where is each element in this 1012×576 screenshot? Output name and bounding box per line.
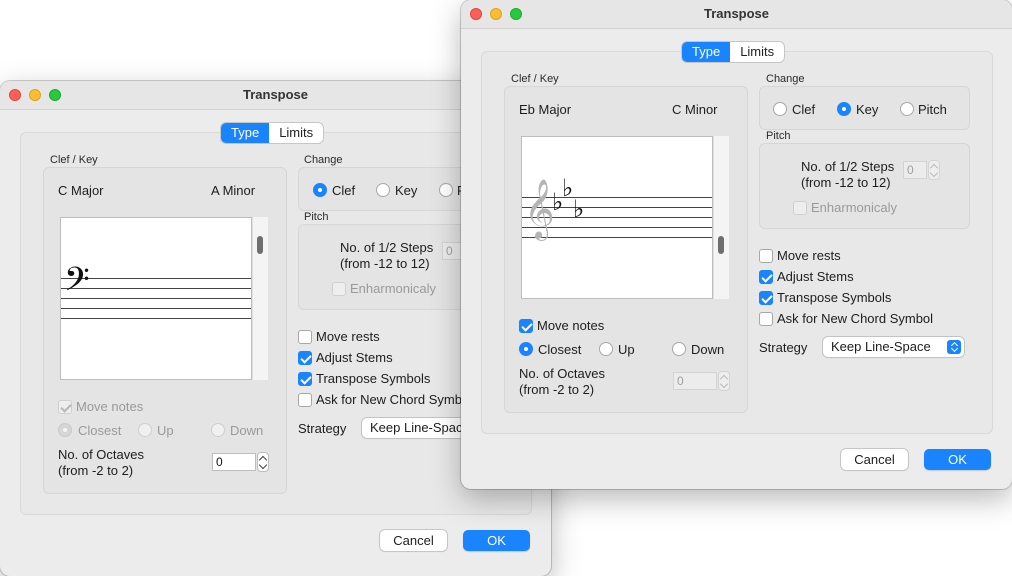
- scroll-thumb[interactable]: [257, 236, 263, 254]
- enharmonicaly-label: Enharmonicaly: [811, 200, 897, 215]
- cancel-button[interactable]: Cancel: [841, 449, 908, 470]
- pitch-radio[interactable]: [900, 102, 914, 116]
- adjust-stems-label: Adjust Stems: [777, 269, 854, 284]
- down-label: Down: [691, 342, 725, 357]
- cancel-button[interactable]: Cancel: [380, 530, 447, 551]
- change-label: Change: [304, 154, 343, 166]
- adjust-stems-label: Adjust Stems: [316, 350, 393, 365]
- move-rests-checkbox[interactable]: [298, 330, 312, 344]
- ok-button[interactable]: OK: [463, 530, 530, 551]
- octaves-range: (from -2 to 2): [519, 382, 595, 397]
- chevron-updown-icon: [947, 340, 961, 354]
- key-right-label: A Minor: [211, 183, 256, 198]
- adjust-stems-checkbox[interactable]: [759, 270, 773, 284]
- pitch-label: Pitch: [766, 130, 791, 142]
- clef-radio-label: Clef: [332, 183, 356, 198]
- tab-limits[interactable]: Limits: [730, 42, 784, 62]
- move-rests-label: Move rests: [316, 329, 380, 344]
- up-radio[interactable]: [599, 342, 613, 356]
- octaves-stepper[interactable]: [257, 452, 269, 472]
- octaves-stepper[interactable]: [718, 371, 730, 391]
- clef-key-label: Clef / Key: [50, 154, 98, 166]
- staff-preview: 𝄞 ♭ ♭ ♭: [521, 136, 713, 299]
- tab-limits[interactable]: Limits: [269, 123, 323, 143]
- transpose-symbols-label: Transpose Symbols: [316, 371, 431, 386]
- closest-radio[interactable]: [519, 342, 533, 356]
- closest-label: Closest: [538, 342, 582, 357]
- strategy-value: Keep Line-Space: [831, 339, 931, 354]
- pitch-label: Pitch: [304, 211, 329, 223]
- transpose-symbols-label: Transpose Symbols: [777, 290, 892, 305]
- octaves-label: No. of Octaves: [58, 447, 144, 462]
- pitch-radio-label: Pitch: [918, 102, 947, 117]
- down-radio[interactable]: [672, 342, 686, 356]
- closest-label: Closest: [78, 423, 122, 438]
- enharmonicaly-label: Enharmonicaly: [350, 281, 436, 296]
- octaves-range: (from -2 to 2): [58, 463, 134, 478]
- clef-radio-label: Clef: [792, 102, 816, 117]
- steps-range: (from -12 to 12): [801, 175, 891, 190]
- flat-icon: ♭: [573, 195, 585, 223]
- octaves-label: No. of Octaves: [519, 366, 605, 381]
- ask-chord-checkbox[interactable]: [298, 393, 312, 407]
- clef-radio[interactable]: [773, 102, 787, 116]
- move-rests-label: Move rests: [777, 248, 841, 263]
- move-notes-checkbox[interactable]: [519, 319, 533, 333]
- tab-type[interactable]: Type: [221, 123, 270, 143]
- closest-radio[interactable]: [58, 423, 72, 437]
- strategy-label: Strategy: [298, 421, 347, 436]
- flat-icon: ♭: [562, 174, 574, 202]
- treble-clef-icon: 𝄞: [524, 179, 555, 239]
- staff-scrollbar[interactable]: [713, 136, 729, 299]
- staff-preview: 𝄢: [60, 217, 252, 380]
- pitch-radio[interactable]: [439, 183, 453, 197]
- octaves-field[interactable]: 0: [673, 372, 717, 390]
- transpose-window-front: Transpose Type Limits Clef / Key Eb Majo…: [461, 0, 1012, 489]
- move-notes-label: Move notes: [76, 399, 144, 414]
- ok-button[interactable]: OK: [924, 449, 991, 470]
- key-radio-label: Key: [856, 102, 879, 117]
- enharmonicaly-checkbox[interactable]: [793, 201, 807, 215]
- staff-scrollbar[interactable]: [252, 217, 268, 380]
- steps-range: (from -12 to 12): [340, 256, 430, 271]
- bass-clef-icon: 𝄢: [64, 261, 90, 307]
- key-radio-label: Key: [395, 183, 418, 198]
- move-rests-checkbox[interactable]: [759, 249, 773, 263]
- down-label: Down: [230, 423, 264, 438]
- ask-chord-label: Ask for New Chord Symbol: [316, 392, 473, 407]
- steps-field[interactable]: 0: [903, 161, 927, 179]
- octaves-field[interactable]: 0: [212, 453, 256, 471]
- key-left-label: Eb Major: [519, 102, 572, 117]
- transpose-symbols-checkbox[interactable]: [759, 291, 773, 305]
- up-label: Up: [618, 342, 635, 357]
- key-right-label: C Minor: [672, 102, 718, 117]
- adjust-stems-checkbox[interactable]: [298, 351, 312, 365]
- window-title: Transpose: [703, 6, 770, 21]
- strategy-label: Strategy: [759, 340, 808, 355]
- move-notes-checkbox[interactable]: [58, 400, 72, 414]
- down-radio[interactable]: [211, 423, 225, 437]
- titlebar: Transpose: [461, 0, 1012, 29]
- clef-key-label: Clef / Key: [511, 73, 559, 85]
- ask-chord-checkbox[interactable]: [759, 312, 773, 326]
- tab-bar: Type Limits: [221, 123, 324, 143]
- enharmonicaly-checkbox[interactable]: [332, 282, 346, 296]
- key-radio[interactable]: [376, 183, 390, 197]
- strategy-popup[interactable]: Keep Line-Space: [823, 337, 964, 357]
- scroll-thumb[interactable]: [718, 236, 724, 254]
- change-label: Change: [766, 73, 805, 85]
- steps-label: No. of 1/2 Steps: [801, 159, 895, 174]
- clef-radio[interactable]: [313, 183, 327, 197]
- transpose-symbols-checkbox[interactable]: [298, 372, 312, 386]
- up-radio[interactable]: [138, 423, 152, 437]
- move-notes-label: Move notes: [537, 318, 605, 333]
- tab-type[interactable]: Type: [682, 42, 731, 62]
- up-label: Up: [157, 423, 174, 438]
- key-radio[interactable]: [837, 102, 851, 116]
- ask-chord-label: Ask for New Chord Symbol: [777, 311, 934, 326]
- steps-label: No. of 1/2 Steps: [340, 240, 434, 255]
- key-left-label: C Major: [58, 183, 104, 198]
- steps-stepper[interactable]: [928, 160, 940, 180]
- tab-bar: Type Limits: [682, 42, 785, 62]
